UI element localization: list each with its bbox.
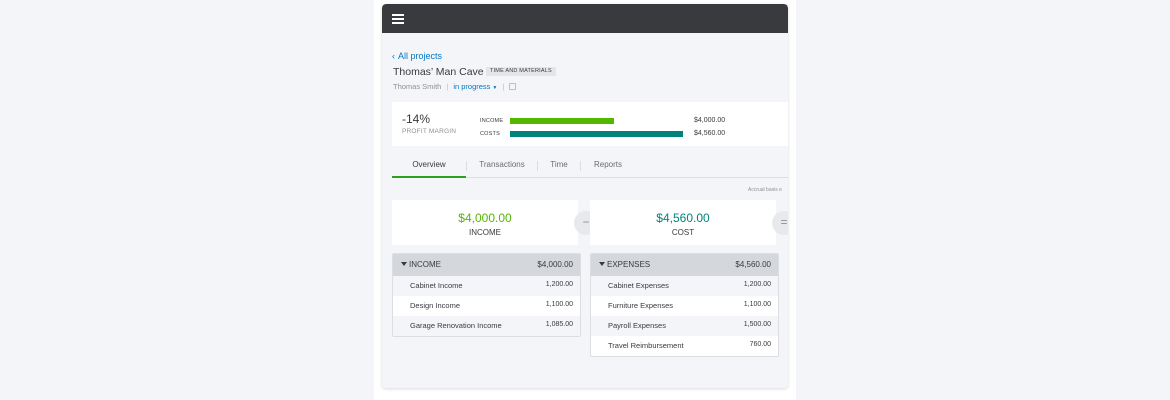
table-row[interactable]: Design Income 1,100.00 xyxy=(393,296,580,316)
top-bar xyxy=(382,4,788,33)
row-label: Furniture Expenses xyxy=(608,301,674,310)
cost-total-card: $4,560.00 COST xyxy=(590,200,776,245)
row-label: Design Income xyxy=(410,301,461,310)
all-projects-link[interactable]: ‹ All projects xyxy=(392,51,442,61)
caret-down-icon xyxy=(401,262,407,266)
cost-total-label: COST xyxy=(671,228,695,237)
income-total-amount: $4,000.00 xyxy=(458,211,512,225)
row-label: Payroll Expenses xyxy=(608,321,666,330)
all-projects-label: All projects xyxy=(398,51,443,61)
meta-divider: | xyxy=(446,82,449,91)
expenses-rows: Cabinet Expenses 1,200.00 Furniture Expe… xyxy=(591,276,778,356)
row-amount: 1,100.00 xyxy=(545,301,573,308)
table-row[interactable]: Garage Renovation Income 1,085.00 xyxy=(393,316,580,336)
row-amount: 1,100.00 xyxy=(743,301,771,308)
income-table-header[interactable]: INCOME $4,000.00 xyxy=(393,254,580,276)
status-label: in progress xyxy=(453,82,491,91)
caret-down-icon xyxy=(599,262,605,266)
row-amount: 1,085.00 xyxy=(545,321,573,328)
project-meta: Thomas Smith | in progress ▼ | xyxy=(393,82,517,91)
row-amount: 1,500.00 xyxy=(743,321,771,328)
table-row[interactable]: Cabinet Expenses 1,200.00 xyxy=(591,276,778,296)
project-title: Thomas’ Man Cave xyxy=(393,66,484,78)
table-row[interactable]: Furniture Expenses 1,100.00 xyxy=(591,296,778,316)
expenses-table-header[interactable]: EXPENSES $4,560.00 xyxy=(591,254,778,276)
costs-bar xyxy=(510,131,683,137)
notes-icon[interactable] xyxy=(509,83,517,90)
caret-down-icon: ▼ xyxy=(492,85,498,91)
income-rows: Cabinet Income 1,200.00 Design Income 1,… xyxy=(393,276,580,336)
customer-name: Thomas Smith xyxy=(393,82,442,91)
expenses-header-label: EXPENSES xyxy=(607,260,651,269)
tab-time[interactable]: Time xyxy=(538,154,580,178)
chevron-left-icon: ‹ xyxy=(392,51,395,61)
income-bar xyxy=(510,118,614,124)
row-label: Garage Renovation Income xyxy=(410,321,502,330)
profit-summary: -14% PROFIT MARGIN INCOME $4,000.00 COST… xyxy=(392,102,788,146)
row-label: Cabinet Income xyxy=(410,281,463,290)
menu-icon[interactable] xyxy=(392,14,404,24)
income-header-label: INCOME xyxy=(409,260,441,269)
income-header-amount: $4,000.00 xyxy=(537,260,573,269)
project-window: ‹ All projects Thomas’ Man Cave TIME AND … xyxy=(382,4,788,388)
row-amount: 1,200.00 xyxy=(545,281,573,288)
row-label: Travel Reimbursement xyxy=(608,341,684,350)
profit-margin-label: PROFIT MARGIN xyxy=(402,128,457,135)
row-amount: 760.00 xyxy=(749,341,771,348)
income-bar-amount: $4,000.00 xyxy=(694,117,726,124)
income-total-label: INCOME xyxy=(469,228,501,237)
tab-overview[interactable]: Overview xyxy=(392,154,466,178)
accrual-basis-note[interactable]: Accrual basis e xyxy=(748,187,782,193)
costs-bar-label: COSTS xyxy=(480,131,500,137)
profit-margin-value: -14% xyxy=(402,112,431,126)
project-tabs: Overview Transactions Time Reports xyxy=(392,154,788,178)
project-type-tag: TIME AND MATERIALS xyxy=(486,67,556,76)
income-total-card: $4,000.00 INCOME xyxy=(392,200,578,245)
tab-reports[interactable]: Reports xyxy=(581,154,635,178)
meta-divider: | xyxy=(502,82,505,91)
row-label: Cabinet Expenses xyxy=(608,281,669,290)
expenses-header-amount: $4,560.00 xyxy=(735,260,771,269)
expenses-breakdown-table: EXPENSES $4,560.00 Cabinet Expenses 1,20… xyxy=(590,253,779,357)
table-row[interactable]: Cabinet Income 1,200.00 xyxy=(393,276,580,296)
cost-total-amount: $4,560.00 xyxy=(656,211,710,225)
table-row[interactable]: Payroll Expenses 1,500.00 xyxy=(591,316,778,336)
income-breakdown-table: INCOME $4,000.00 Cabinet Income 1,200.00… xyxy=(392,253,581,337)
status-dropdown[interactable]: in progress ▼ xyxy=(453,82,497,91)
income-bar-label: INCOME xyxy=(480,118,504,124)
row-amount: 1,200.00 xyxy=(743,281,771,288)
table-row[interactable]: Travel Reimbursement 760.00 xyxy=(591,336,778,356)
costs-bar-amount: $4,560.00 xyxy=(694,130,726,137)
tab-transactions[interactable]: Transactions xyxy=(467,154,537,178)
